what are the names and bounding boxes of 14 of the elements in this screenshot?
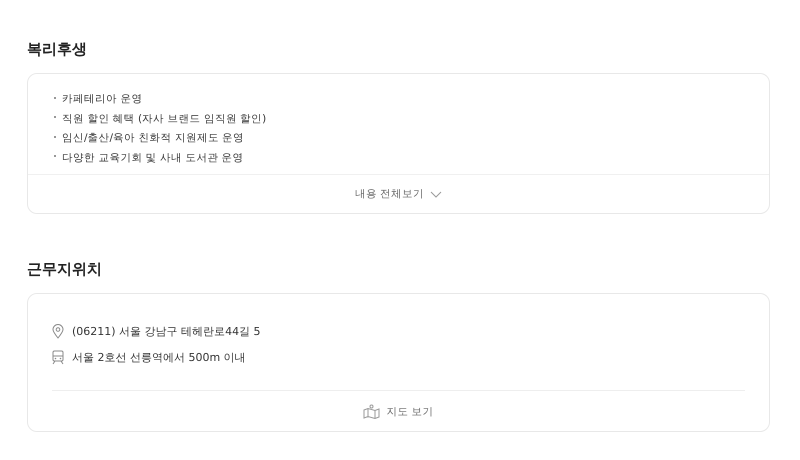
transit-text: 서울 2호선 선릉역에서 500m 이내: [72, 350, 246, 364]
show-all-button[interactable]: 내용 전체보기: [350, 185, 446, 203]
map-icon: [363, 404, 380, 419]
address-text: (06211) 서울 강남구 테헤란로44길 5: [72, 324, 261, 338]
benefit-item: 임신/출산/육아 친화적 지원제도 운영: [52, 129, 745, 148]
benefit-item: 직원 할인 혜택 (자사 브랜드 임직원 할인): [52, 110, 745, 129]
benefit-item: 다양한 교육기회 및 사내 도서관 운영: [52, 148, 745, 168]
location-pin-icon: [52, 324, 64, 338]
map-view-button[interactable]: 지도 보기: [359, 402, 438, 421]
benefit-item: 카페테리아 운영: [52, 90, 745, 110]
train-icon: [52, 350, 64, 364]
section-title: 복리후생: [27, 39, 88, 60]
section-title: 근무지위치: [27, 259, 103, 280]
chevron-down-icon: [430, 190, 442, 198]
